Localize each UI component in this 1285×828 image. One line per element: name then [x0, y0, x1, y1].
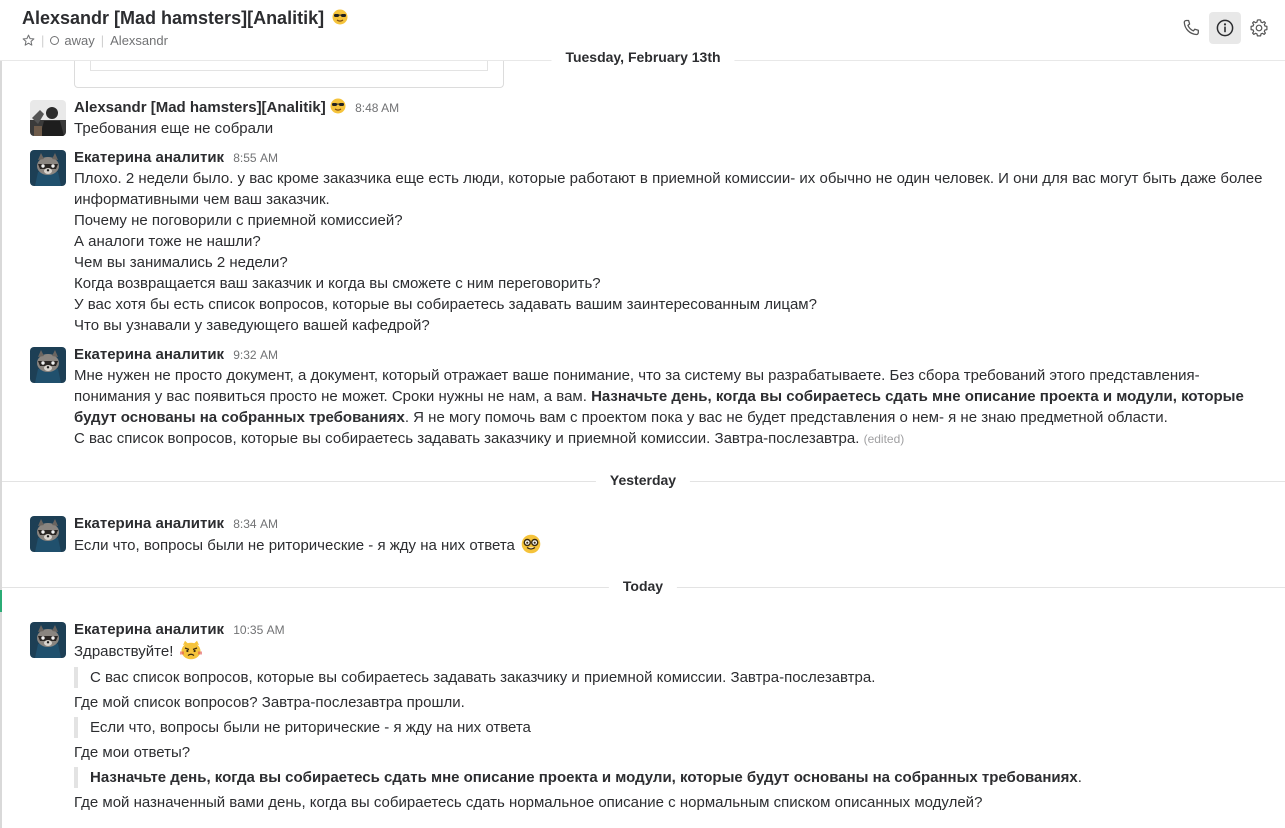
- quote-text: С вас список вопросов, которые вы собира…: [90, 669, 876, 686]
- edited-label: (edited): [863, 432, 905, 446]
- message-text: . Я не могу помочь вам с проектом пока у…: [404, 409, 1168, 426]
- avatar[interactable]: [30, 622, 66, 658]
- channel-title[interactable]: Alexsandr [Mad hamsters][Analitik]: [22, 8, 348, 29]
- message-author[interactable]: Екатерина аналитик: [74, 149, 224, 166]
- message-text: У вас хотя бы есть список вопросов, кото…: [74, 296, 817, 313]
- raccoon-avatar-image: [30, 516, 66, 552]
- quote-bold-text: Назначьте день, когда вы собираетесь сда…: [90, 769, 1078, 786]
- sunglasses-emoji-icon: [332, 9, 348, 25]
- avatar[interactable]: [30, 516, 66, 552]
- message-author[interactable]: Екатерина аналитик: [74, 346, 224, 363]
- avatar[interactable]: [30, 347, 66, 383]
- sunglasses-emoji-icon: [330, 98, 346, 114]
- message-text: А аналоги тоже не нашли?: [74, 233, 261, 250]
- message-timestamp[interactable]: 9:32 AM: [233, 348, 278, 362]
- raccoon-avatar-image: [30, 622, 66, 658]
- user-full-name: Alexsandr: [110, 33, 168, 48]
- raccoon-avatar-image: [30, 347, 66, 383]
- info-icon: [1216, 19, 1234, 37]
- gear-icon: [1250, 19, 1268, 37]
- channel-subtitle: | away | Alexsandr: [22, 33, 168, 48]
- day-divider-label: Today: [608, 578, 678, 594]
- message-text: Если что, вопросы были не риторические -…: [74, 537, 515, 554]
- user-avatar-image: [30, 100, 66, 136]
- message-text: Плохо. 2 недели было. у вас кроме заказч…: [74, 170, 1263, 208]
- separator: |: [41, 33, 45, 48]
- separator: |: [100, 33, 105, 48]
- message-author[interactable]: Екатерина аналитик: [74, 515, 224, 532]
- presence-status: away: [64, 33, 95, 48]
- settings-button[interactable]: [1243, 12, 1275, 44]
- message-meta: Екатерина аналитик 8:34 AM: [74, 514, 1267, 534]
- message-text: Где мой назначенный вами день, когда вы …: [74, 794, 983, 811]
- message-text: Здравствуйте!: [74, 643, 174, 660]
- message-quote: Назначьте день, когда вы собираетесь сда…: [74, 767, 1267, 788]
- star-icon[interactable]: [22, 34, 35, 47]
- message-text: Почему не поговорили с приемной комиссие…: [74, 212, 403, 229]
- message-text: Чем вы занимались 2 недели?: [74, 254, 288, 271]
- channel-title-text: Alexsandr [Mad hamsters][Analitik]: [22, 8, 325, 28]
- message-meta: Alexsandr [Mad hamsters][Analitik] 8:48 …: [74, 98, 1267, 118]
- quote-text: .: [1077, 769, 1082, 786]
- message-text: С вас список вопросов, которые вы собира…: [74, 430, 860, 447]
- message-text: Где мои ответы?: [74, 744, 191, 761]
- avatar[interactable]: [30, 100, 66, 136]
- avatar[interactable]: [30, 150, 66, 186]
- nerd-face-emoji-icon: [521, 534, 541, 554]
- message-meta: Екатерина аналитик 9:32 AM: [74, 345, 1267, 365]
- message-meta: Екатерина аналитик 10:35 AM: [74, 620, 1267, 640]
- message-text: Требования еще не собрали: [74, 120, 274, 137]
- message-timestamp[interactable]: 8:48 AM: [355, 101, 399, 115]
- message-paragraph: Здравствуйте!: [74, 640, 1267, 662]
- message-quote: С вас список вопросов, которые вы собира…: [74, 667, 1267, 688]
- message-meta: Екатерина аналитик 8:55 AM: [74, 148, 1267, 168]
- presence-away-icon: [50, 36, 60, 45]
- message-paragraph: Если что, вопросы были не риторические -…: [74, 534, 1267, 556]
- unread-marker: [0, 590, 2, 612]
- message-author[interactable]: Екатерина аналитик: [74, 621, 224, 638]
- day-divider-label: Tuesday, February 13th: [551, 49, 735, 65]
- message-author[interactable]: Alexsandr [Mad hamsters][Analitik]: [74, 99, 326, 116]
- message-paragraph: С вас список вопросов, которые вы собира…: [74, 428, 1267, 450]
- message-timestamp[interactable]: 8:34 AM: [233, 517, 278, 531]
- raccoon-avatar-image: [30, 150, 66, 186]
- call-button[interactable]: [1175, 12, 1207, 44]
- message-timestamp[interactable]: 10:35 AM: [233, 623, 284, 637]
- left-edge-rule: [0, 0, 2, 828]
- day-divider-label: Yesterday: [595, 472, 691, 488]
- quote-text: Если что, вопросы были не риторические -…: [90, 719, 531, 736]
- message-timestamp[interactable]: 8:55 AM: [233, 151, 278, 165]
- message-paragraph: Мне нужен не просто документ, а документ…: [74, 365, 1267, 428]
- message-text: Что вы узнавали у заведующего вашей кафе…: [74, 317, 430, 334]
- pouting-cat-emoji-icon: [179, 640, 202, 660]
- header-actions: [1175, 12, 1275, 44]
- message-text: Когда возвращается ваш заказчик и когда …: [74, 275, 601, 292]
- message-text: Где мой список вопросов? Завтра-послезав…: [74, 694, 465, 711]
- details-button[interactable]: [1209, 12, 1241, 44]
- phone-icon: [1183, 19, 1199, 36]
- message-quote: Если что, вопросы были не риторические -…: [74, 717, 1267, 738]
